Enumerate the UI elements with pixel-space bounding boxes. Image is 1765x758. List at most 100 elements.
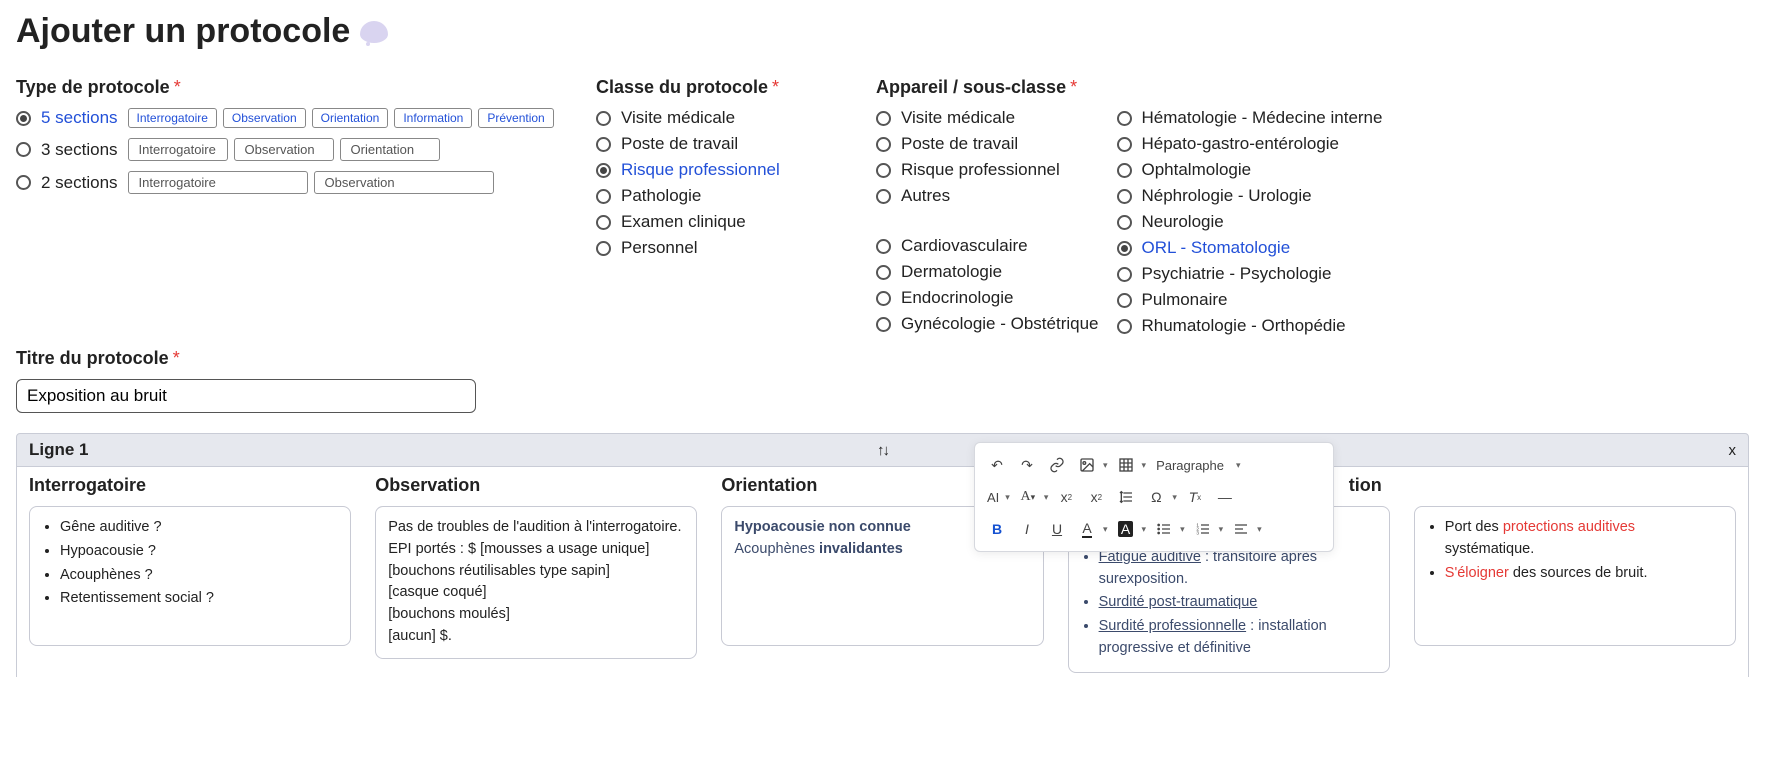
radio-icon (16, 142, 31, 157)
close-line-button[interactable]: x (1729, 442, 1737, 459)
content-box[interactable]: Pas de troubles de l'audition à l'interr… (375, 506, 697, 659)
section-header: Observation (375, 475, 697, 496)
radio-icon (596, 241, 611, 256)
highlight-button[interactable]: A (1114, 517, 1138, 541)
radio-label: Neurologie (1142, 212, 1224, 232)
appareil-option[interactable]: Hématologie - Médecine interne (1117, 108, 1383, 128)
chevron-down-icon[interactable]: ▾ (1219, 524, 1224, 535)
radio-icon (1117, 137, 1132, 152)
pill: Interrogatoire (128, 171, 308, 194)
titre-label: Titre du protocole* (16, 348, 1749, 369)
appareil-option[interactable]: Cardiovasculaire (876, 236, 1099, 256)
radio-icon (596, 137, 611, 152)
classe-option[interactable]: Visite médicale (596, 108, 876, 128)
radio-label: Visite médicale (901, 108, 1015, 128)
svg-text:3: 3 (1196, 530, 1199, 535)
content-box[interactable]: Port des protections auditives systémati… (1414, 506, 1736, 646)
image-icon[interactable] (1075, 453, 1099, 477)
radio-icon (876, 317, 891, 332)
radio-icon (1117, 267, 1132, 282)
italic-button[interactable]: I (1015, 517, 1039, 541)
radio-label: Hépato-gastro-entérologie (1142, 134, 1340, 154)
appareil-option[interactable]: Poste de travail (876, 134, 1099, 154)
appareil-option[interactable]: Gynécologie - Obstétrique (876, 314, 1099, 334)
chevron-down-icon[interactable]: ▾ (1257, 524, 1262, 535)
radio-label: Psychiatrie - Psychologie (1142, 264, 1332, 284)
link-icon[interactable] (1045, 453, 1069, 477)
chevron-down-icon[interactable]: ▾ (1103, 524, 1108, 535)
titre-input[interactable] (16, 379, 476, 413)
text-color-button[interactable]: A (1075, 517, 1099, 541)
chevron-down-icon[interactable]: ▾ (1142, 460, 1147, 471)
paragraph-select[interactable]: Paragraphe▾ (1152, 456, 1244, 475)
chevron-down-icon[interactable]: ▾ (1005, 492, 1010, 503)
radio-label: Cardiovasculaire (901, 236, 1028, 256)
classe-option[interactable]: Examen clinique (596, 212, 876, 232)
align-icon[interactable] (1229, 517, 1253, 541)
chevron-down-icon[interactable]: ▾ (1044, 492, 1049, 503)
appareil-option[interactable]: Ophtalmologie (1117, 160, 1383, 180)
radio-icon (876, 291, 891, 306)
ai-button[interactable]: AI (985, 485, 1001, 509)
line-header: Ligne 1 ↑↓ x (16, 433, 1749, 467)
radio-label: Examen clinique (621, 212, 746, 232)
appareil-option[interactable]: Pulmonaire (1117, 290, 1383, 310)
subscript-icon[interactable]: x2 (1084, 485, 1108, 509)
bold-button[interactable]: B (985, 517, 1009, 541)
appareil-option[interactable]: Néphrologie - Urologie (1117, 186, 1383, 206)
appareil-option[interactable]: Endocrinologie (876, 288, 1099, 308)
superscript-icon[interactable]: x2 (1054, 485, 1078, 509)
horizontal-rule-icon[interactable]: — (1213, 485, 1237, 509)
text-line: [bouchons réutilisables type sapin] (388, 561, 684, 583)
radio-label: Risque professionnel (621, 160, 780, 180)
reorder-icon[interactable]: ↑↓ (877, 442, 888, 459)
numbered-list-icon[interactable]: 123 (1191, 517, 1215, 541)
appareil-option[interactable]: Hépato-gastro-entérologie (1117, 134, 1383, 154)
radio-icon (596, 111, 611, 126)
radio-label: Gynécologie - Obstétrique (901, 314, 1099, 334)
type-option-2[interactable]: 2 sections Interrogatoire Observation (16, 171, 596, 194)
type-label: Type de protocole* (16, 77, 596, 98)
appareil-option[interactable]: Neurologie (1117, 212, 1383, 232)
classe-option[interactable]: Risque professionnel (596, 160, 876, 180)
appareil-option[interactable]: ORL - Stomatologie (1117, 238, 1383, 258)
pill: Orientation (340, 138, 440, 161)
omega-icon[interactable]: Ω (1144, 485, 1168, 509)
radio-label: Visite médicale (621, 108, 735, 128)
font-size-icon[interactable]: A▾ (1016, 485, 1040, 509)
radio-label: Poste de travail (621, 134, 738, 154)
redo-icon[interactable]: ↷ (1015, 453, 1039, 477)
chevron-down-icon[interactable]: ▾ (1172, 492, 1177, 503)
line-height-icon[interactable] (1114, 485, 1138, 509)
appareil-option[interactable]: Psychiatrie - Psychologie (1117, 264, 1383, 284)
undo-icon[interactable]: ↶ (985, 453, 1009, 477)
classe-label: Classe du protocole* (596, 77, 876, 98)
type-option-5[interactable]: 5 sections Interrogatoire Observation Or… (16, 108, 596, 128)
titre-section: Titre du protocole* (16, 348, 1749, 413)
classe-option[interactable]: Pathologie (596, 186, 876, 206)
bullet-list-icon[interactable] (1152, 517, 1176, 541)
appareil-option[interactable]: Autres (876, 186, 1099, 206)
appareil-option[interactable]: Dermatologie (876, 262, 1099, 282)
appareil-section: Appareil / sous-classe* Visite médicaleP… (876, 77, 1749, 336)
appareil-option[interactable]: Risque professionnel (876, 160, 1099, 180)
list-item: Retentissement social ? (60, 588, 338, 610)
list-item: S'éloigner des sources de bruit. (1445, 563, 1723, 585)
table-icon[interactable] (1114, 453, 1138, 477)
chevron-down-icon[interactable]: ▾ (1103, 460, 1108, 471)
appareil-option[interactable]: Visite médicale (876, 108, 1099, 128)
underline-button[interactable]: U (1045, 517, 1069, 541)
classe-option[interactable]: Poste de travail (596, 134, 876, 154)
appareil-option[interactable]: Rhumatologie - Orthopédie (1117, 316, 1383, 336)
chevron-down-icon[interactable]: ▾ (1142, 524, 1147, 535)
text-line: EPI portés : $ [mousses a usage unique] (388, 539, 684, 561)
classe-option[interactable]: Personnel (596, 238, 876, 258)
radio-label: Néphrologie - Urologie (1142, 186, 1312, 206)
section-interrogatoire: Interrogatoire Gêne auditive ?Hypoacousi… (17, 467, 363, 677)
pill: Interrogatoire (128, 108, 217, 128)
chevron-down-icon[interactable]: ▾ (1180, 524, 1185, 535)
pill: Observation (234, 138, 334, 161)
clear-format-icon[interactable]: Tx (1183, 485, 1207, 509)
content-box[interactable]: Gêne auditive ?Hypoacousie ?Acouphènes ?… (29, 506, 351, 646)
type-option-3[interactable]: 3 sections Interrogatoire Observation Or… (16, 138, 596, 161)
